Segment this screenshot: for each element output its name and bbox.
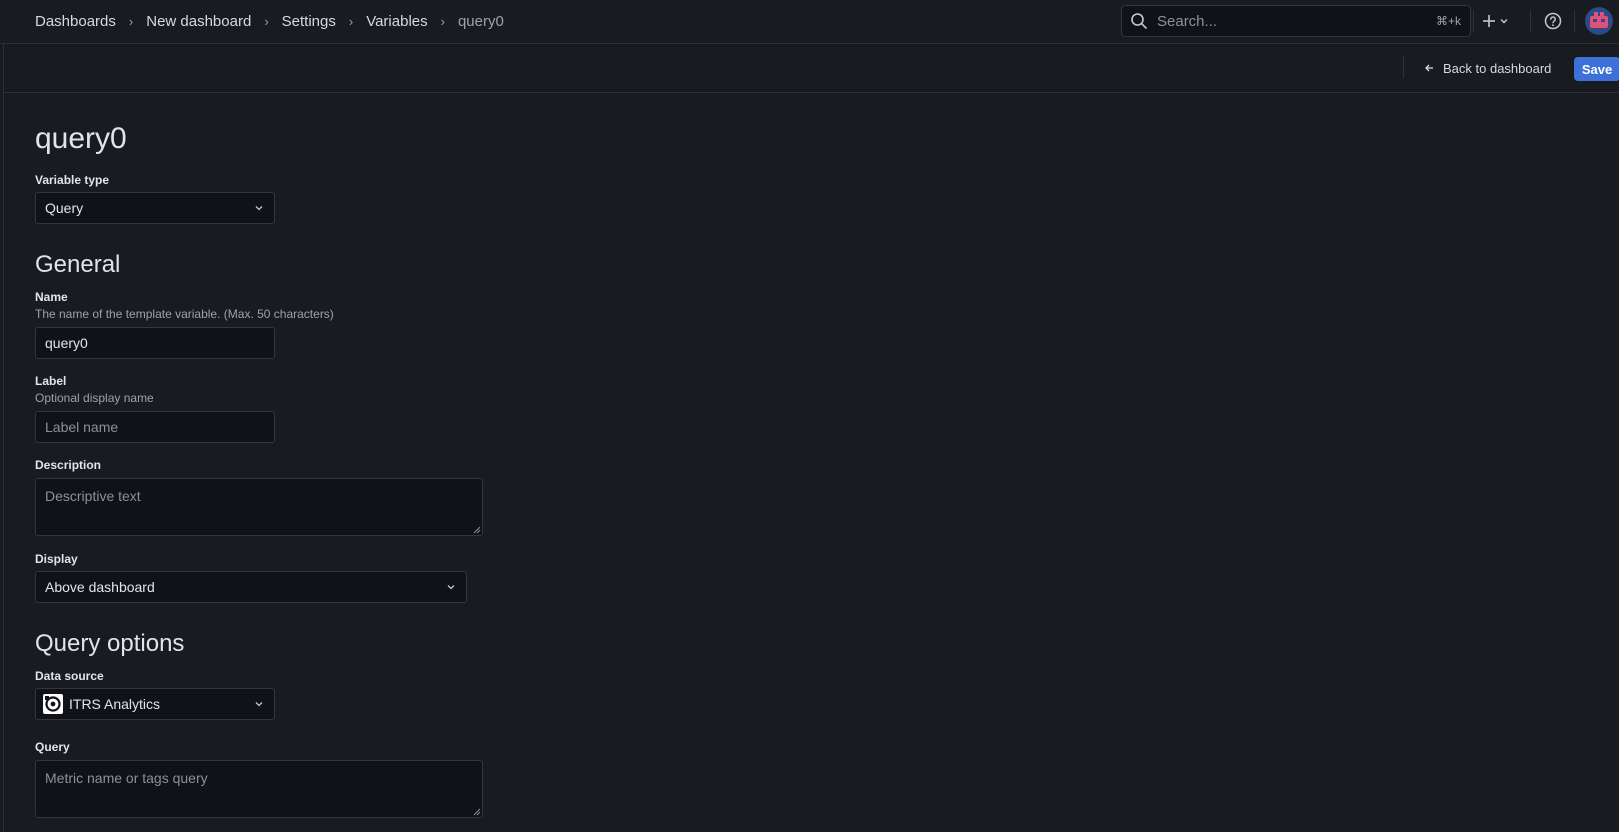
display-select[interactable]: Above dashboard xyxy=(35,571,467,603)
description-label: Description xyxy=(35,458,102,472)
divider xyxy=(1403,56,1404,78)
breadcrumb-dashboards[interactable]: Dashboards xyxy=(35,13,116,30)
chevron-right-icon: › xyxy=(440,14,445,29)
save-button[interactable]: Save xyxy=(1574,57,1619,81)
help-icon[interactable] xyxy=(1543,11,1563,31)
search-icon xyxy=(1131,13,1147,29)
name-input-value: query0 xyxy=(45,335,88,351)
page-title: query0 xyxy=(35,122,127,155)
label-label: Label xyxy=(35,374,67,388)
variable-type-value: Query xyxy=(45,200,84,216)
description-textarea[interactable]: Descriptive text xyxy=(35,478,483,536)
label-input[interactable]: Label name xyxy=(35,411,275,443)
display-value: Above dashboard xyxy=(45,579,155,595)
query-placeholder: Metric name or tags query xyxy=(45,770,208,786)
arrow-left-icon xyxy=(1425,64,1433,72)
name-label: Name xyxy=(35,290,68,304)
resize-handle-icon[interactable] xyxy=(473,526,481,534)
back-to-dashboard-label: Back to dashboard xyxy=(1443,60,1552,76)
description-placeholder: Descriptive text xyxy=(45,488,141,504)
breadcrumb: Dashboards › New dashboard › Settings › … xyxy=(35,0,504,43)
chevron-down-icon xyxy=(447,585,455,590)
user-avatar[interactable] xyxy=(1585,7,1613,35)
data-source-value: ITRS Analytics xyxy=(69,696,161,712)
chevron-down-icon xyxy=(255,702,263,707)
new-menu-button[interactable] xyxy=(1482,10,1509,32)
divider xyxy=(1530,10,1531,32)
name-input[interactable]: query0 xyxy=(35,327,275,359)
variable-type-label: Variable type xyxy=(35,173,110,187)
back-to-dashboard-button[interactable]: Back to dashboard xyxy=(1424,55,1551,81)
search-bar[interactable]: Search... ⌘+k xyxy=(1121,5,1471,37)
data-source-label: Data source xyxy=(35,669,104,683)
breadcrumb-current: query0 xyxy=(457,13,504,30)
data-source-picker[interactable]: ITRS Analytics xyxy=(35,688,275,720)
general-section-title: General xyxy=(35,251,121,278)
top-nav-bar: Dashboards › New dashboard › Settings › … xyxy=(0,0,1619,44)
label-input-placeholder: Label name xyxy=(45,419,119,435)
page-toolbar: Back to dashboard Save xyxy=(3,44,1619,93)
variable-type-select[interactable]: Query xyxy=(35,192,275,224)
name-description: The name of the template variable. (Max.… xyxy=(35,307,334,321)
breadcrumb-new-dashboard[interactable]: New dashboard xyxy=(146,13,251,30)
chevron-right-icon: › xyxy=(348,14,354,29)
plus-icon xyxy=(1483,15,1495,27)
label-description: Optional display name xyxy=(35,391,154,405)
divider xyxy=(1574,10,1575,32)
query-label: Query xyxy=(35,740,70,754)
display-label: Display xyxy=(35,552,78,566)
breadcrumb-settings[interactable]: Settings xyxy=(282,13,336,30)
chevron-right-icon: › xyxy=(264,14,269,29)
query-textarea[interactable]: Metric name or tags query xyxy=(35,760,483,818)
chevron-down-icon xyxy=(255,206,263,211)
chevron-right-icon: › xyxy=(128,14,134,29)
chevron-down-icon xyxy=(1500,19,1508,24)
itrs-analytics-logo-icon xyxy=(43,694,63,714)
breadcrumb-variables[interactable]: Variables xyxy=(366,13,427,30)
divider xyxy=(1473,10,1474,32)
query-options-section-title: Query options xyxy=(35,630,185,657)
search-placeholder: Search... xyxy=(1157,12,1218,30)
search-shortcut: ⌘+k xyxy=(1435,14,1461,28)
resize-handle-icon[interactable] xyxy=(473,808,481,816)
